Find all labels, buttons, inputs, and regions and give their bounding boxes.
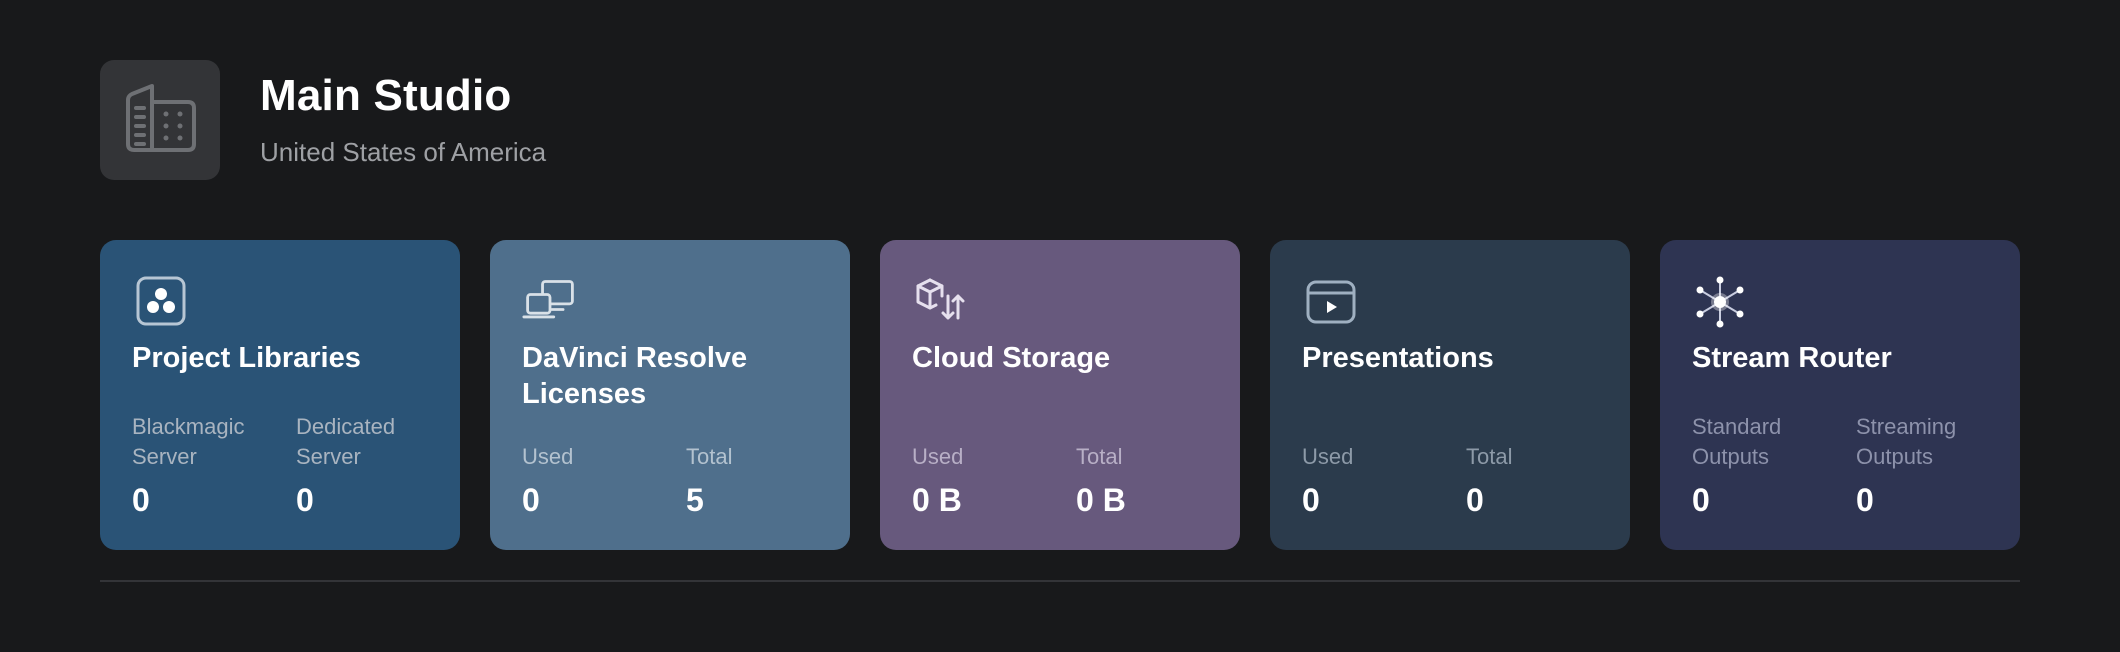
card-cloud-storage[interactable]: Cloud Storage Used 0 B Total 0 B — [880, 240, 1240, 550]
project-libraries-icon — [136, 276, 186, 326]
stat-used: Used 0 B — [912, 442, 1076, 518]
card-stats: Used 0 Total 5 — [522, 442, 850, 518]
card-title: Stream Router — [1692, 342, 1892, 374]
stat-label: Standard Outputs — [1692, 414, 1782, 469]
card-title: DaVinci Resolve Licenses — [522, 342, 748, 410]
stat-label: Used — [912, 444, 964, 469]
stat-value: 0 — [296, 482, 314, 518]
stat-label: Streaming Outputs — [1856, 414, 1957, 469]
card-stats: Standard Outputs 0 Streaming Outputs 0 — [1692, 412, 2020, 518]
studio-page: Main Studio United States of America Pro… — [0, 0, 2120, 652]
devices-icon — [522, 280, 574, 319]
card-davinci-resolve-licenses[interactable]: DaVinci Resolve Licenses Used 0 Total 5 — [490, 240, 850, 550]
stat-used: Used 0 — [522, 442, 686, 518]
card-stats: Blackmagic Server 0 Dedicated Server 0 — [132, 412, 460, 518]
stat-value: 0 B — [1076, 482, 1126, 518]
card-presentations[interactable]: Presentations Used 0 Total 0 — [1270, 240, 1630, 550]
studio-header: Main Studio United States of America — [100, 60, 546, 180]
stat-value: 0 — [1692, 482, 1710, 518]
stat-total: Total 0 B — [1076, 442, 1240, 518]
studio-header-text: Main Studio United States of America — [260, 60, 546, 168]
service-cards: Project Libraries Blackmagic Server 0 De… — [100, 240, 2020, 550]
stat-dedicated-server: Dedicated Server 0 — [296, 412, 460, 518]
stat-value: 5 — [686, 482, 704, 518]
building-icon — [100, 60, 220, 180]
stat-value: 0 — [1856, 482, 1874, 518]
stat-label: Used — [1302, 444, 1354, 469]
section-divider — [100, 580, 2020, 582]
stat-value: 0 — [1302, 482, 1320, 518]
stat-label: Blackmagic Server — [132, 414, 245, 469]
stat-streaming-outputs: Streaming Outputs 0 — [1856, 412, 2020, 518]
stat-standard-outputs: Standard Outputs 0 — [1692, 412, 1856, 518]
stat-label: Total — [1466, 444, 1513, 469]
studio-location: United States of America — [260, 137, 547, 167]
card-stats: Used 0 Total 0 — [1302, 442, 1630, 518]
card-stats: Used 0 B Total 0 B — [912, 442, 1240, 518]
stat-total: Total 0 — [1466, 442, 1630, 518]
stat-label: Used — [522, 444, 574, 469]
presentation-play-icon — [1306, 280, 1356, 324]
stat-label: Total — [1076, 444, 1123, 469]
card-title: Cloud Storage — [912, 342, 1111, 374]
stream-router-icon — [1696, 276, 1744, 328]
stat-label: Dedicated Server — [296, 414, 396, 469]
card-stream-router[interactable]: Stream Router Standard Outputs 0 Streami… — [1660, 240, 2020, 550]
card-project-libraries[interactable]: Project Libraries Blackmagic Server 0 De… — [100, 240, 460, 550]
stat-value: 0 — [522, 482, 540, 518]
card-title: Presentations — [1302, 342, 1494, 374]
studio-title: Main Studio — [260, 71, 512, 120]
stat-total: Total 5 — [686, 442, 850, 518]
card-title: Project Libraries — [132, 342, 361, 374]
stat-blackmagic-server: Blackmagic Server 0 — [132, 412, 296, 518]
stat-value: 0 — [132, 482, 150, 518]
stat-value: 0 B — [912, 482, 962, 518]
stat-used: Used 0 — [1302, 442, 1466, 518]
stat-value: 0 — [1466, 482, 1484, 518]
stat-label: Total — [686, 444, 733, 469]
cloud-sync-icon — [916, 278, 965, 320]
